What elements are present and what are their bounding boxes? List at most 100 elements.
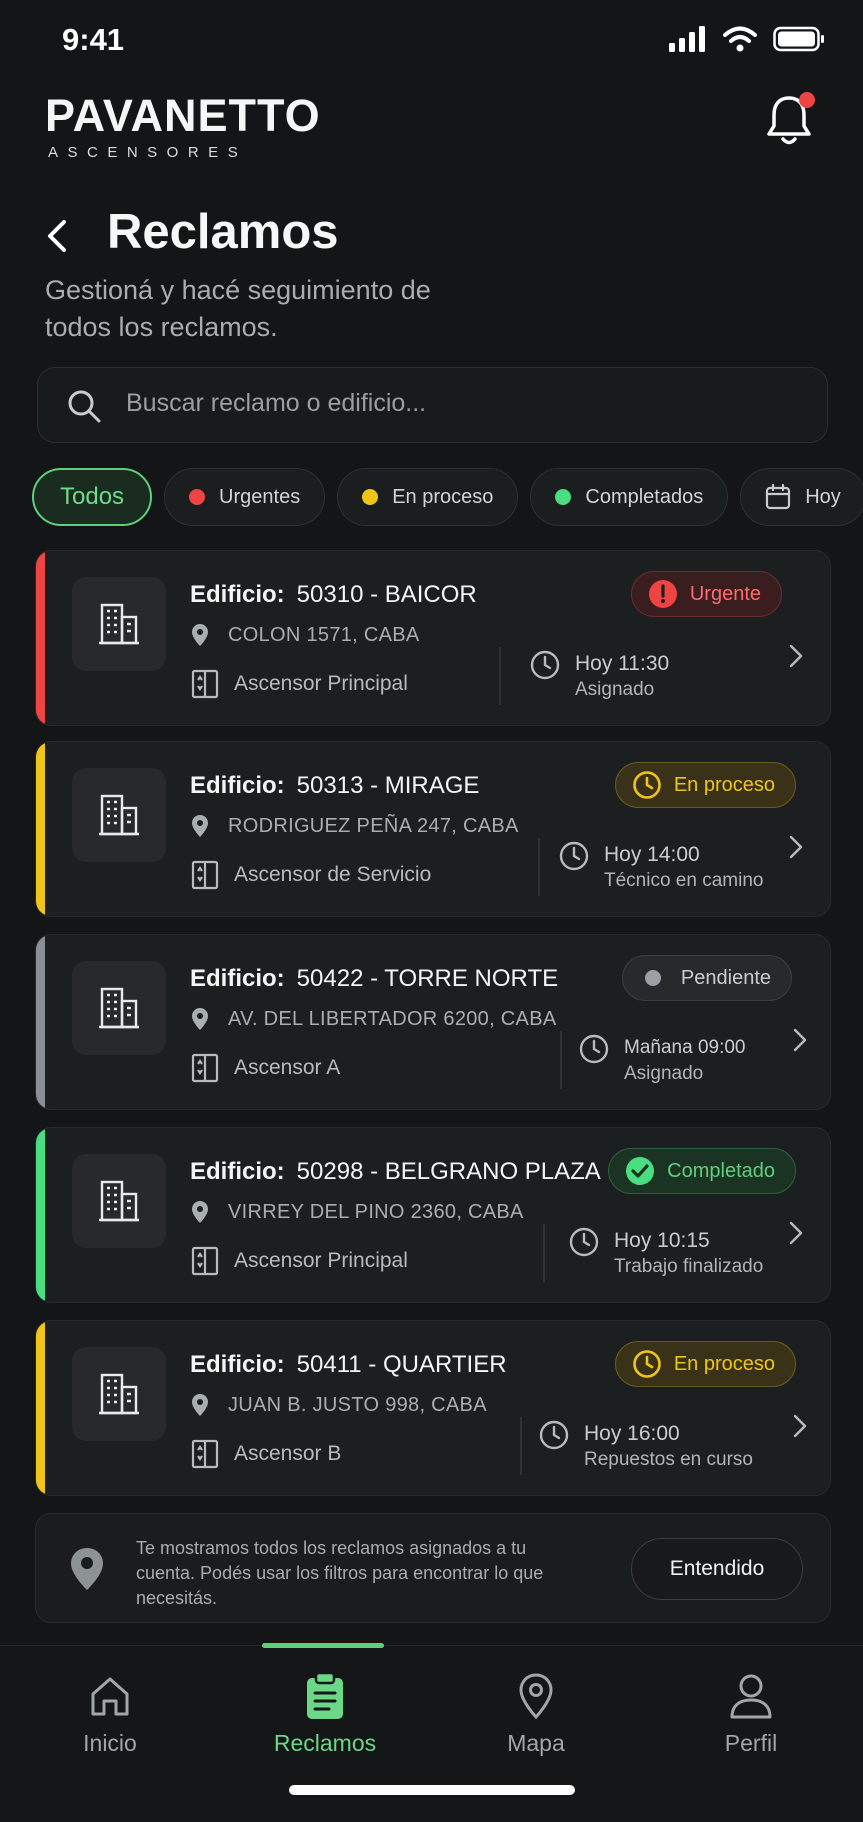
card-divider — [538, 838, 540, 896]
dot-icon — [644, 970, 661, 986]
chevron-right-icon — [793, 1414, 807, 1438]
status-badge: Completado — [608, 1148, 796, 1194]
elevator-icon — [191, 1246, 219, 1276]
address-text: JUAN B. JUSTO 998, CABA — [228, 1393, 487, 1416]
clock-icon — [633, 771, 661, 799]
clock-icon — [530, 650, 560, 680]
filter-label: Completados — [585, 485, 704, 508]
claim-address: JUAN B. JUSTO 998, CABA — [190, 1393, 487, 1417]
claim-title: Edificio: 50422 - TORRE NORTE — [190, 965, 558, 993]
priority-stripe — [36, 1321, 45, 1495]
claim-card[interactable]: Edificio: 50313 - MIRAGE RODRIGUEZ PEÑA 2… — [35, 741, 831, 917]
calendar-icon — [766, 484, 791, 510]
claim-schedule: Mañana 09:00 Asignado — [578, 1033, 746, 1085]
building-name: 50310 - BAICOR — [296, 581, 477, 608]
elevator-icon — [191, 1053, 219, 1083]
claim-address: AV. DEL LIBERTADOR 6200, CABA — [190, 1007, 556, 1031]
schedule-status: Técnico en camino — [604, 870, 764, 891]
status-bar: 9:41 — [0, 0, 863, 80]
chevron-right-icon — [789, 644, 803, 668]
battery-icon — [773, 26, 824, 52]
badge-label: Urgente — [689, 582, 761, 605]
tab-label: Perfil — [724, 1730, 778, 1756]
location-pin-icon — [192, 624, 208, 646]
claim-elevator: Ascensor Principal — [190, 1246, 408, 1276]
building-thumbnail — [72, 1154, 166, 1248]
elevator-text: Ascensor Principal — [234, 672, 408, 695]
check-icon — [626, 1157, 655, 1185]
claim-elevator: Ascensor de Servicio — [190, 860, 431, 890]
tab-reclamos[interactable]: Reclamos — [225, 1646, 425, 1776]
building-icon — [99, 1180, 139, 1222]
schedule-status: Trabajo finalizado — [614, 1256, 764, 1277]
tab-label: Reclamos — [273, 1730, 377, 1756]
chevron-right-icon — [789, 835, 803, 859]
search-icon — [68, 390, 101, 423]
schedule-status: Repuestos en curso — [584, 1449, 753, 1470]
claim-card[interactable]: Edificio: 50298 - BELGRANO PLAZA VIRREY D… — [35, 1127, 831, 1303]
location-pin-icon — [192, 1394, 208, 1416]
filter-en-proceso[interactable]: En proceso — [337, 468, 519, 526]
info-text: Te mostramos todos los reclamos asignado… — [136, 1538, 544, 1608]
filter-chips: Todos Urgentes En proceso Completados Ho… — [32, 468, 863, 526]
claim-elevator: Ascensor Principal — [190, 669, 408, 699]
status-badge: Urgente — [630, 571, 782, 617]
filter-todos[interactable]: Todos — [32, 468, 153, 526]
brand-subtitle: ASCENSORES — [48, 144, 248, 161]
clock-icon — [579, 1034, 609, 1064]
tab-mapa[interactable]: Mapa — [436, 1646, 636, 1776]
building-icon — [99, 794, 139, 836]
filter-urgentes[interactable]: Urgentes — [164, 468, 326, 526]
signal-icon — [669, 26, 705, 52]
claim-schedule: Hoy 10:15 Trabajo finalizado — [568, 1226, 763, 1278]
schedule-time: Hoy 10:15 — [614, 1229, 710, 1252]
schedule-time: Hoy 14:00 — [604, 843, 700, 866]
filter-completados[interactable]: Completados — [530, 468, 729, 526]
tab-label: Inicio — [83, 1730, 137, 1756]
notifications-button[interactable] — [763, 92, 819, 152]
address-text: RODRIGUEZ PEÑA 247, CABA — [228, 814, 519, 837]
card-divider — [499, 647, 501, 705]
building-name: 50422 - TORRE NORTE — [296, 965, 559, 992]
claim-card[interactable]: Edificio: 50411 - QUARTIER JUAN B. JUSTO … — [35, 1320, 831, 1496]
tab-perfil[interactable]: Perfil — [651, 1646, 851, 1776]
building-thumbnail — [72, 1347, 166, 1441]
back-button[interactable] — [45, 216, 69, 256]
card-divider — [543, 1224, 545, 1282]
elevator-icon — [191, 860, 219, 890]
chevron-right-icon — [789, 1221, 803, 1245]
building-name: 50411 - QUARTIER — [296, 1351, 507, 1378]
claim-card[interactable]: Edificio: 50422 - TORRE NORTE AV. DEL LIB… — [35, 934, 831, 1110]
badge-label: Completado — [667, 1159, 775, 1182]
schedule-status: Asignado — [624, 1063, 704, 1084]
building-thumbnail — [72, 961, 166, 1055]
brand-name: PAVANETTO — [45, 90, 321, 141]
building-label: Edificio: — [190, 581, 285, 608]
tab-label: Mapa — [507, 1730, 565, 1756]
elevator-text: Ascensor A — [234, 1056, 341, 1079]
building-thumbnail — [72, 768, 166, 862]
building-icon — [99, 987, 139, 1029]
building-label: Edificio: — [190, 965, 285, 992]
elevator-text: Ascensor B — [234, 1442, 342, 1465]
understood-button[interactable]: Entendido — [631, 1538, 803, 1600]
filter-label: Todos — [60, 483, 125, 510]
card-divider — [560, 1031, 562, 1089]
priority-stripe — [36, 1128, 45, 1302]
status-time: 9:41 — [62, 22, 125, 57]
clock-icon — [559, 841, 589, 871]
claim-card[interactable]: Edificio: 50310 - BAICOR COLON 1571, CABA… — [35, 550, 831, 726]
tab-inicio[interactable]: Inicio — [10, 1646, 210, 1776]
filter-hoy[interactable]: Hoy — [740, 468, 863, 526]
home-indicator — [289, 1785, 575, 1795]
map-pin-icon — [519, 1673, 553, 1720]
clock-icon — [569, 1227, 599, 1257]
building-icon — [99, 603, 139, 645]
chevron-right-icon — [793, 1028, 807, 1052]
schedule-time: Hoy 16:00 — [584, 1422, 680, 1445]
status-badge: En proceso — [614, 762, 796, 808]
badge-label: En proceso — [673, 1352, 775, 1375]
address-text: VIRREY DEL PINO 2360, CABA — [228, 1200, 524, 1223]
search-input[interactable]: Buscar reclamo o edificio... — [37, 367, 828, 443]
address-text: COLON 1571, CABA — [228, 623, 420, 646]
